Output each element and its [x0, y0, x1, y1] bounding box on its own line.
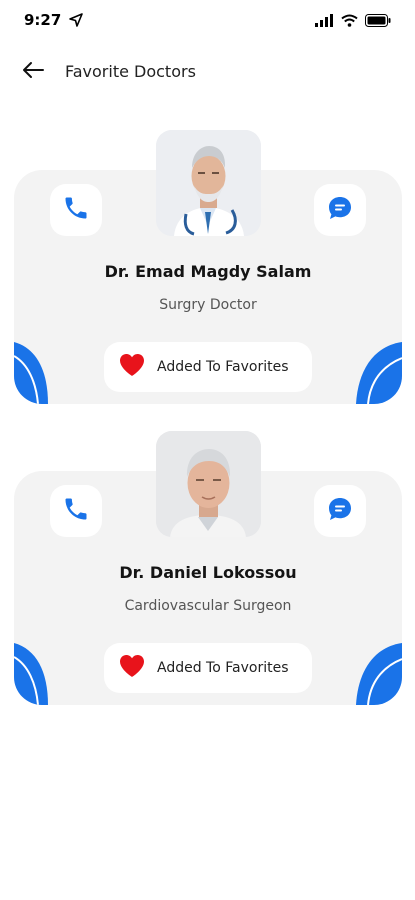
wifi-icon: [341, 12, 358, 31]
call-button[interactable]: [50, 485, 102, 537]
page-header: Favorite Doctors: [0, 56, 415, 88]
favorite-label: Added To Favorites: [157, 660, 289, 676]
chat-bubble-icon: [326, 194, 354, 226]
doctor-specialty: Cardiovascular Surgeon: [124, 598, 292, 614]
decorative-leaf-right: [354, 643, 402, 705]
chat-bubble-icon: [326, 495, 354, 527]
signal-icon: [315, 12, 334, 31]
location-arrow-icon: [68, 12, 84, 32]
favorite-button[interactable]: Added To Favorites: [104, 342, 312, 392]
status-time: 9:27: [24, 11, 62, 29]
doctor-photo: [156, 431, 261, 537]
favorite-label: Added To Favorites: [157, 359, 289, 375]
phone-icon: [62, 495, 90, 527]
call-button[interactable]: [50, 184, 102, 236]
chat-button[interactable]: [314, 184, 366, 236]
heart-icon: [118, 653, 146, 683]
back-button[interactable]: [18, 58, 48, 86]
battery-icon: [365, 12, 391, 31]
status-bar: 9:27: [0, 0, 415, 40]
arrow-left-icon: [21, 61, 45, 83]
decorative-leaf-left: [14, 643, 50, 705]
phone-icon: [62, 194, 90, 226]
heart-icon: [118, 352, 146, 382]
decorative-leaf-right: [354, 342, 402, 404]
doctor-name: Dr. Emad Magdy Salam: [104, 262, 312, 281]
doctor-name: Dr. Daniel Lokossou: [119, 563, 297, 582]
decorative-leaf-left: [14, 342, 50, 404]
favorite-button[interactable]: Added To Favorites: [104, 643, 312, 693]
page-title: Favorite Doctors: [65, 62, 196, 81]
doctor-specialty: Surgry Doctor: [159, 297, 257, 313]
doctor-photo: [156, 130, 261, 236]
chat-button[interactable]: [314, 485, 366, 537]
